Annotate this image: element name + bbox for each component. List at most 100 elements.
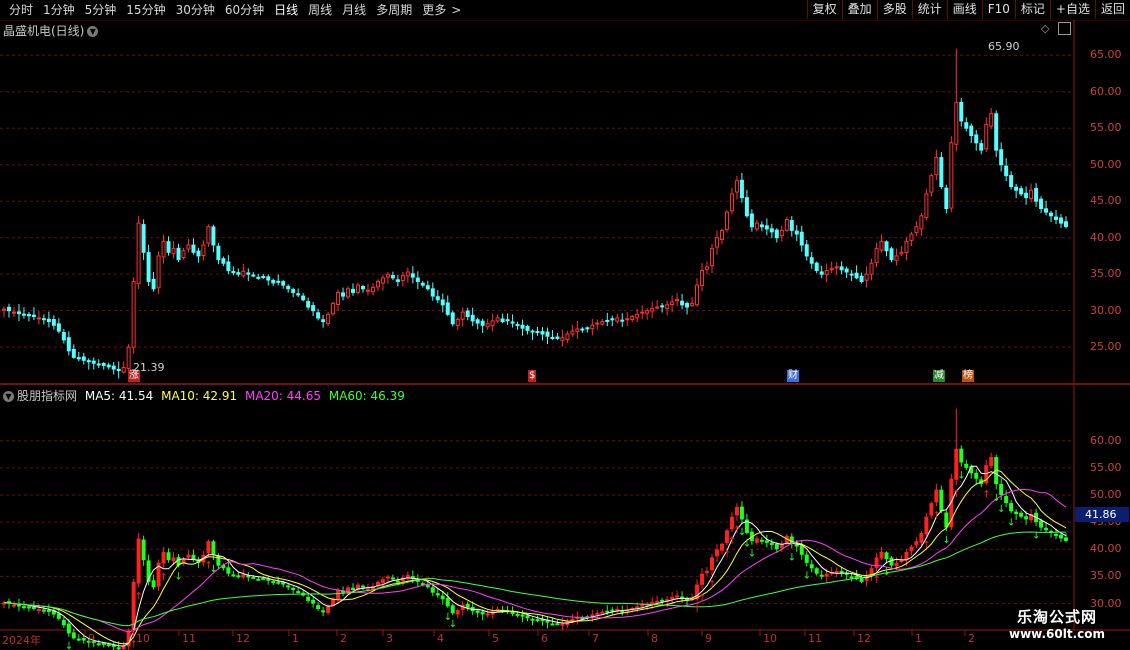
- event-marker[interactable]: 榜: [962, 370, 974, 382]
- sell-arrow-icon: ↓: [65, 641, 73, 650]
- candle-body: [136, 222, 141, 285]
- candle-body: [515, 324, 520, 327]
- indicator-candle-body: [1059, 534, 1064, 539]
- sell-arrow-icon: ↓: [942, 535, 950, 546]
- indicator-candle-body: [61, 619, 66, 626]
- candle-body: [600, 321, 605, 325]
- candle-body: [450, 312, 455, 325]
- candle-body: [1054, 216, 1059, 220]
- sell-arrow-icon: ↓: [175, 571, 183, 582]
- indicator-candle-body: [700, 573, 705, 585]
- candle-body: [545, 331, 550, 337]
- event-marker[interactable]: $: [528, 370, 537, 382]
- indicator-candle-body: [41, 609, 46, 612]
- candle-body: [839, 266, 844, 271]
- chevron-down-icon[interactable]: ▼: [3, 391, 14, 402]
- candle-body: [884, 241, 889, 252]
- candle-body: [166, 241, 171, 253]
- candle-body: [161, 240, 166, 258]
- x-tick-label: 9: [705, 632, 712, 645]
- indicator-candle-body: [306, 596, 311, 601]
- candle-body: [889, 248, 894, 261]
- indicator-candle-body: [385, 576, 390, 579]
- indicator-candle-body: [26, 606, 31, 609]
- candle-body: [590, 324, 595, 330]
- indicator-candle-body: [455, 610, 460, 615]
- candle-body: [11, 311, 16, 314]
- candle-body: [969, 125, 974, 137]
- y-tick-label: 40.00: [1090, 230, 1122, 244]
- indicator-candle-body: [515, 613, 520, 616]
- candle-body: [1029, 189, 1034, 200]
- ma5-label: MA5: 41.54: [84, 389, 154, 403]
- y-tick-label: 35.00: [1090, 267, 1122, 281]
- candle-body: [719, 229, 724, 241]
- candle-body: [420, 282, 425, 286]
- candle-body: [256, 276, 261, 279]
- indicator-candle-body: [570, 618, 575, 621]
- candle-body: [879, 240, 884, 251]
- indicator-candle-body: [550, 623, 555, 626]
- candle-body: [86, 360, 91, 363]
- event-marker[interactable]: 财: [787, 370, 799, 382]
- candle-body: [171, 248, 176, 255]
- candle-body: [375, 280, 380, 288]
- chevron-down-icon[interactable]: ▼: [87, 26, 99, 37]
- indicator-candle-body: [465, 603, 470, 608]
- indicator-candle-body: [11, 604, 16, 607]
- indicator-candle-body: [739, 506, 744, 520]
- candle-body: [271, 279, 276, 284]
- candle-body: [196, 250, 201, 257]
- window-toggle-icon[interactable]: [1058, 22, 1071, 35]
- candle-body: [550, 336, 555, 339]
- candle-body: [1019, 188, 1024, 195]
- candle-body: [924, 193, 929, 219]
- indicator-candle-body: [236, 575, 241, 578]
- y-tick-label: 55.00: [1090, 460, 1122, 474]
- candle-body: [705, 266, 710, 270]
- stock-title: 晶盛机电(日线): [3, 24, 85, 38]
- y-tick-label: 60.00: [1090, 84, 1122, 98]
- candle-body: [1059, 217, 1064, 224]
- indicator-candle-body: [1064, 537, 1068, 541]
- candle-body: [360, 286, 365, 290]
- indicator-candle-body: [834, 571, 839, 573]
- candle-body: [341, 292, 346, 297]
- candle-body: [700, 270, 705, 286]
- event-marker[interactable]: 减: [933, 370, 945, 382]
- candle-body: [724, 211, 729, 230]
- candle-body: [51, 319, 56, 326]
- candle-body: [954, 102, 959, 145]
- candle-body: [26, 314, 31, 317]
- candle-body: [495, 317, 500, 322]
- indicator-candle-body: [705, 571, 710, 573]
- indicator-candle-body: [286, 585, 291, 588]
- sell-arrow-icon: ↓: [992, 493, 1000, 504]
- indicator-candle-body: [136, 538, 141, 584]
- candle-body: [670, 301, 675, 306]
- candle-body: [281, 281, 286, 286]
- candle-body: [141, 224, 146, 253]
- candle-body: [809, 257, 814, 264]
- candle-body: [774, 229, 779, 239]
- indicator-candle-body: [321, 610, 326, 613]
- candle-body: [346, 288, 351, 298]
- indicator-candle-body: [819, 574, 824, 577]
- candle-body: [894, 255, 899, 261]
- indicator-candle-body: [351, 587, 356, 590]
- candle-body: [734, 180, 739, 193]
- indicator-candle-body: [241, 574, 246, 578]
- candle-body: [729, 193, 734, 212]
- candle-body: [655, 306, 660, 309]
- candle-body: [435, 296, 440, 301]
- indicator-candle-body: [435, 593, 440, 596]
- candle-body: [365, 289, 370, 292]
- indicator-candle-body: [16, 604, 21, 607]
- candle-body: [779, 229, 784, 237]
- candle-body: [660, 305, 665, 308]
- diamond-icon[interactable]: ◇: [1041, 22, 1049, 35]
- candle-body: [246, 272, 251, 275]
- candle-body: [2, 308, 6, 311]
- buy-arrow-icon: ↑: [723, 549, 731, 560]
- x-tick-label: 12: [857, 632, 871, 645]
